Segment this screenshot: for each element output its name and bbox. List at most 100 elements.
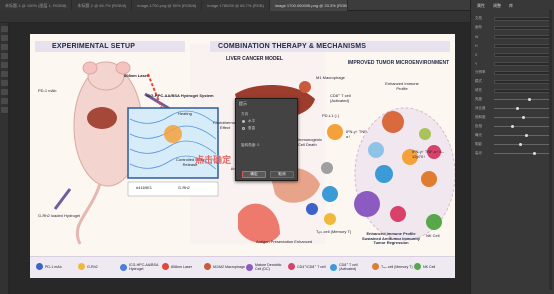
panel-row: W <box>475 34 550 39</box>
ok-button[interactable]: 确定 <box>242 171 266 178</box>
panel-field[interactable] <box>494 52 550 57</box>
panel-slider[interactable] <box>494 98 550 101</box>
photoshop-window: 未标题-1 @ 100% (图层 1, RGB/8) 未标题-2 @ 66.7% … <box>0 0 554 294</box>
legend-swatch <box>246 263 253 271</box>
panel-slider[interactable] <box>494 152 550 155</box>
slider-knob[interactable] <box>516 107 520 110</box>
eraser-tool-icon[interactable] <box>1 80 8 86</box>
panel-row-label: Y <box>475 61 478 66</box>
legend-label: Mature Dendritic Cell (DC) <box>255 263 282 271</box>
panel-row: 高光 <box>475 151 550 156</box>
lasso-tool-icon[interactable] <box>1 44 8 50</box>
legend-item: NK Cell <box>414 263 455 270</box>
panel-field[interactable] <box>494 61 550 66</box>
marquee-tool-icon[interactable] <box>1 35 8 41</box>
panel-tab[interactable]: 属性 <box>475 2 487 10</box>
panel-row-label: 曝光 <box>475 133 482 137</box>
legend-swatch <box>288 263 295 270</box>
dialog-group-label: 方向 <box>241 112 249 116</box>
panel-row-label: 填充 <box>475 88 482 92</box>
panel-row: X <box>475 52 550 57</box>
panel-row-label: 饱和度 <box>475 115 486 119</box>
slider-knob[interactable] <box>527 98 531 101</box>
experimental-setup-title: EXPERIMENTAL SETUP <box>52 43 136 50</box>
legend-label: PD-1 mAb <box>45 264 62 269</box>
slider-knob[interactable] <box>510 125 514 128</box>
legend-item: CD4⁺/CD8⁺ T cell <box>288 263 329 270</box>
legend-swatch <box>372 263 379 270</box>
legend-label: M1/M2 Macrophage <box>213 264 245 269</box>
panel-field[interactable] <box>494 70 550 75</box>
legend-label: NK Cell <box>423 264 436 269</box>
text-tool-icon[interactable] <box>1 89 8 95</box>
panel-row: 亮度 <box>475 97 550 102</box>
panel-row-label: 画布 <box>475 25 482 29</box>
legend-label: CD8⁺ T cell (Activated) <box>339 263 358 271</box>
panel-row: 模式 <box>475 79 550 84</box>
panel-row: 饱和度 <box>475 115 550 120</box>
document-tab[interactable]: image 1700.000006.png @ 33.3% (RGB/8) <box>269 0 348 11</box>
panel-slider[interactable] <box>494 143 550 146</box>
panel-field[interactable] <box>494 79 550 84</box>
horizontal-radio[interactable] <box>242 120 245 123</box>
slider-knob[interactable] <box>533 152 537 155</box>
cytokines-1-label: IFN-γ↑ TNF-α↑ <box>346 129 368 139</box>
slider-knob[interactable] <box>524 134 528 137</box>
document-tab[interactable]: image-1700.png @ 50% (RGB/8) <box>132 0 203 11</box>
panel-row-label: 对比度 <box>475 106 486 110</box>
panel-slider[interactable] <box>494 125 550 128</box>
liver-cancer-model-title: LIVER CANCER MODEL <box>226 56 283 62</box>
dialog-title: 提示 <box>239 101 247 106</box>
enhanced-profile-label: Enhanced Immune Profile <box>385 81 419 91</box>
slider-knob[interactable] <box>519 143 523 146</box>
improved-tumor-title: IMPROVED TUMOR MICROENVIRONMENT <box>347 60 450 66</box>
panel-field[interactable] <box>494 34 550 39</box>
panel-row-label: 亮度 <box>475 97 482 101</box>
slider-knob[interactable] <box>522 116 525 119</box>
cytokines-2-label: IFN-γ↑ TNF-α↑ IL-12p70↑ <box>412 149 445 159</box>
panel-field[interactable] <box>494 16 550 21</box>
move-tool-icon[interactable] <box>1 26 8 32</box>
tools-panel <box>0 23 9 294</box>
brush-tool-icon[interactable] <box>1 71 8 77</box>
panel-scrollbar[interactable] <box>549 10 552 290</box>
hand-tool-icon[interactable] <box>1 98 8 104</box>
eyedropper-tool-icon[interactable] <box>1 62 8 68</box>
document-tab[interactable]: image 1780/58 @ 66.7% (RGB) <box>202 0 270 11</box>
panel-tab[interactable]: 调整 <box>491 2 503 10</box>
antigen-presentation-label: Antigen Presentation Enhanced <box>256 239 313 244</box>
panel-field[interactable] <box>494 43 550 48</box>
vertical-radio[interactable] <box>242 127 245 130</box>
legend-label: G-Rh2 <box>87 264 98 269</box>
panel-slider[interactable] <box>494 116 550 119</box>
panel-row-label: 文档 <box>475 16 482 20</box>
legend-item: PD-1 mAb <box>36 263 77 270</box>
legend-swatch <box>204 263 211 270</box>
panel-slider[interactable] <box>494 134 550 137</box>
cancel-button[interactable]: 取消 <box>270 171 294 178</box>
legend-item: 808nm Laser <box>162 263 203 270</box>
legend-swatch <box>330 263 337 271</box>
panel-field[interactable] <box>494 25 550 30</box>
legend-swatch <box>414 263 421 270</box>
panel-tab[interactable]: 库 <box>507 2 515 10</box>
pdl1-label: PD-L1 (↓) <box>322 113 340 118</box>
panel-row: H <box>475 43 550 48</box>
legend-item: G-Rh2 <box>78 263 119 270</box>
panel-row-label: H <box>475 43 478 48</box>
crop-tool-icon[interactable] <box>1 53 8 59</box>
panel-row-label: 高光 <box>475 151 482 155</box>
panel-slider[interactable] <box>494 107 550 110</box>
panel-row: 填充 <box>475 88 550 93</box>
zoom-tool-icon[interactable] <box>1 107 8 113</box>
panel-row: 对比度 <box>475 106 550 111</box>
document-tab[interactable]: 未标题-2 @ 66.7% (RGB/8) <box>72 0 133 11</box>
document-tab[interactable]: 未标题-1 @ 100% (图层 1, RGB/8) <box>0 0 73 11</box>
panel-field[interactable] <box>494 88 550 93</box>
panel-row-label: 分辨率 <box>475 70 486 74</box>
legend-swatch <box>36 263 43 270</box>
panel-row-label: 模式 <box>475 79 482 83</box>
vertical-radio-label: 垂直 <box>248 126 256 130</box>
icg-code-label: #4169E1 <box>136 185 153 190</box>
panel-row-label: X <box>475 52 478 57</box>
